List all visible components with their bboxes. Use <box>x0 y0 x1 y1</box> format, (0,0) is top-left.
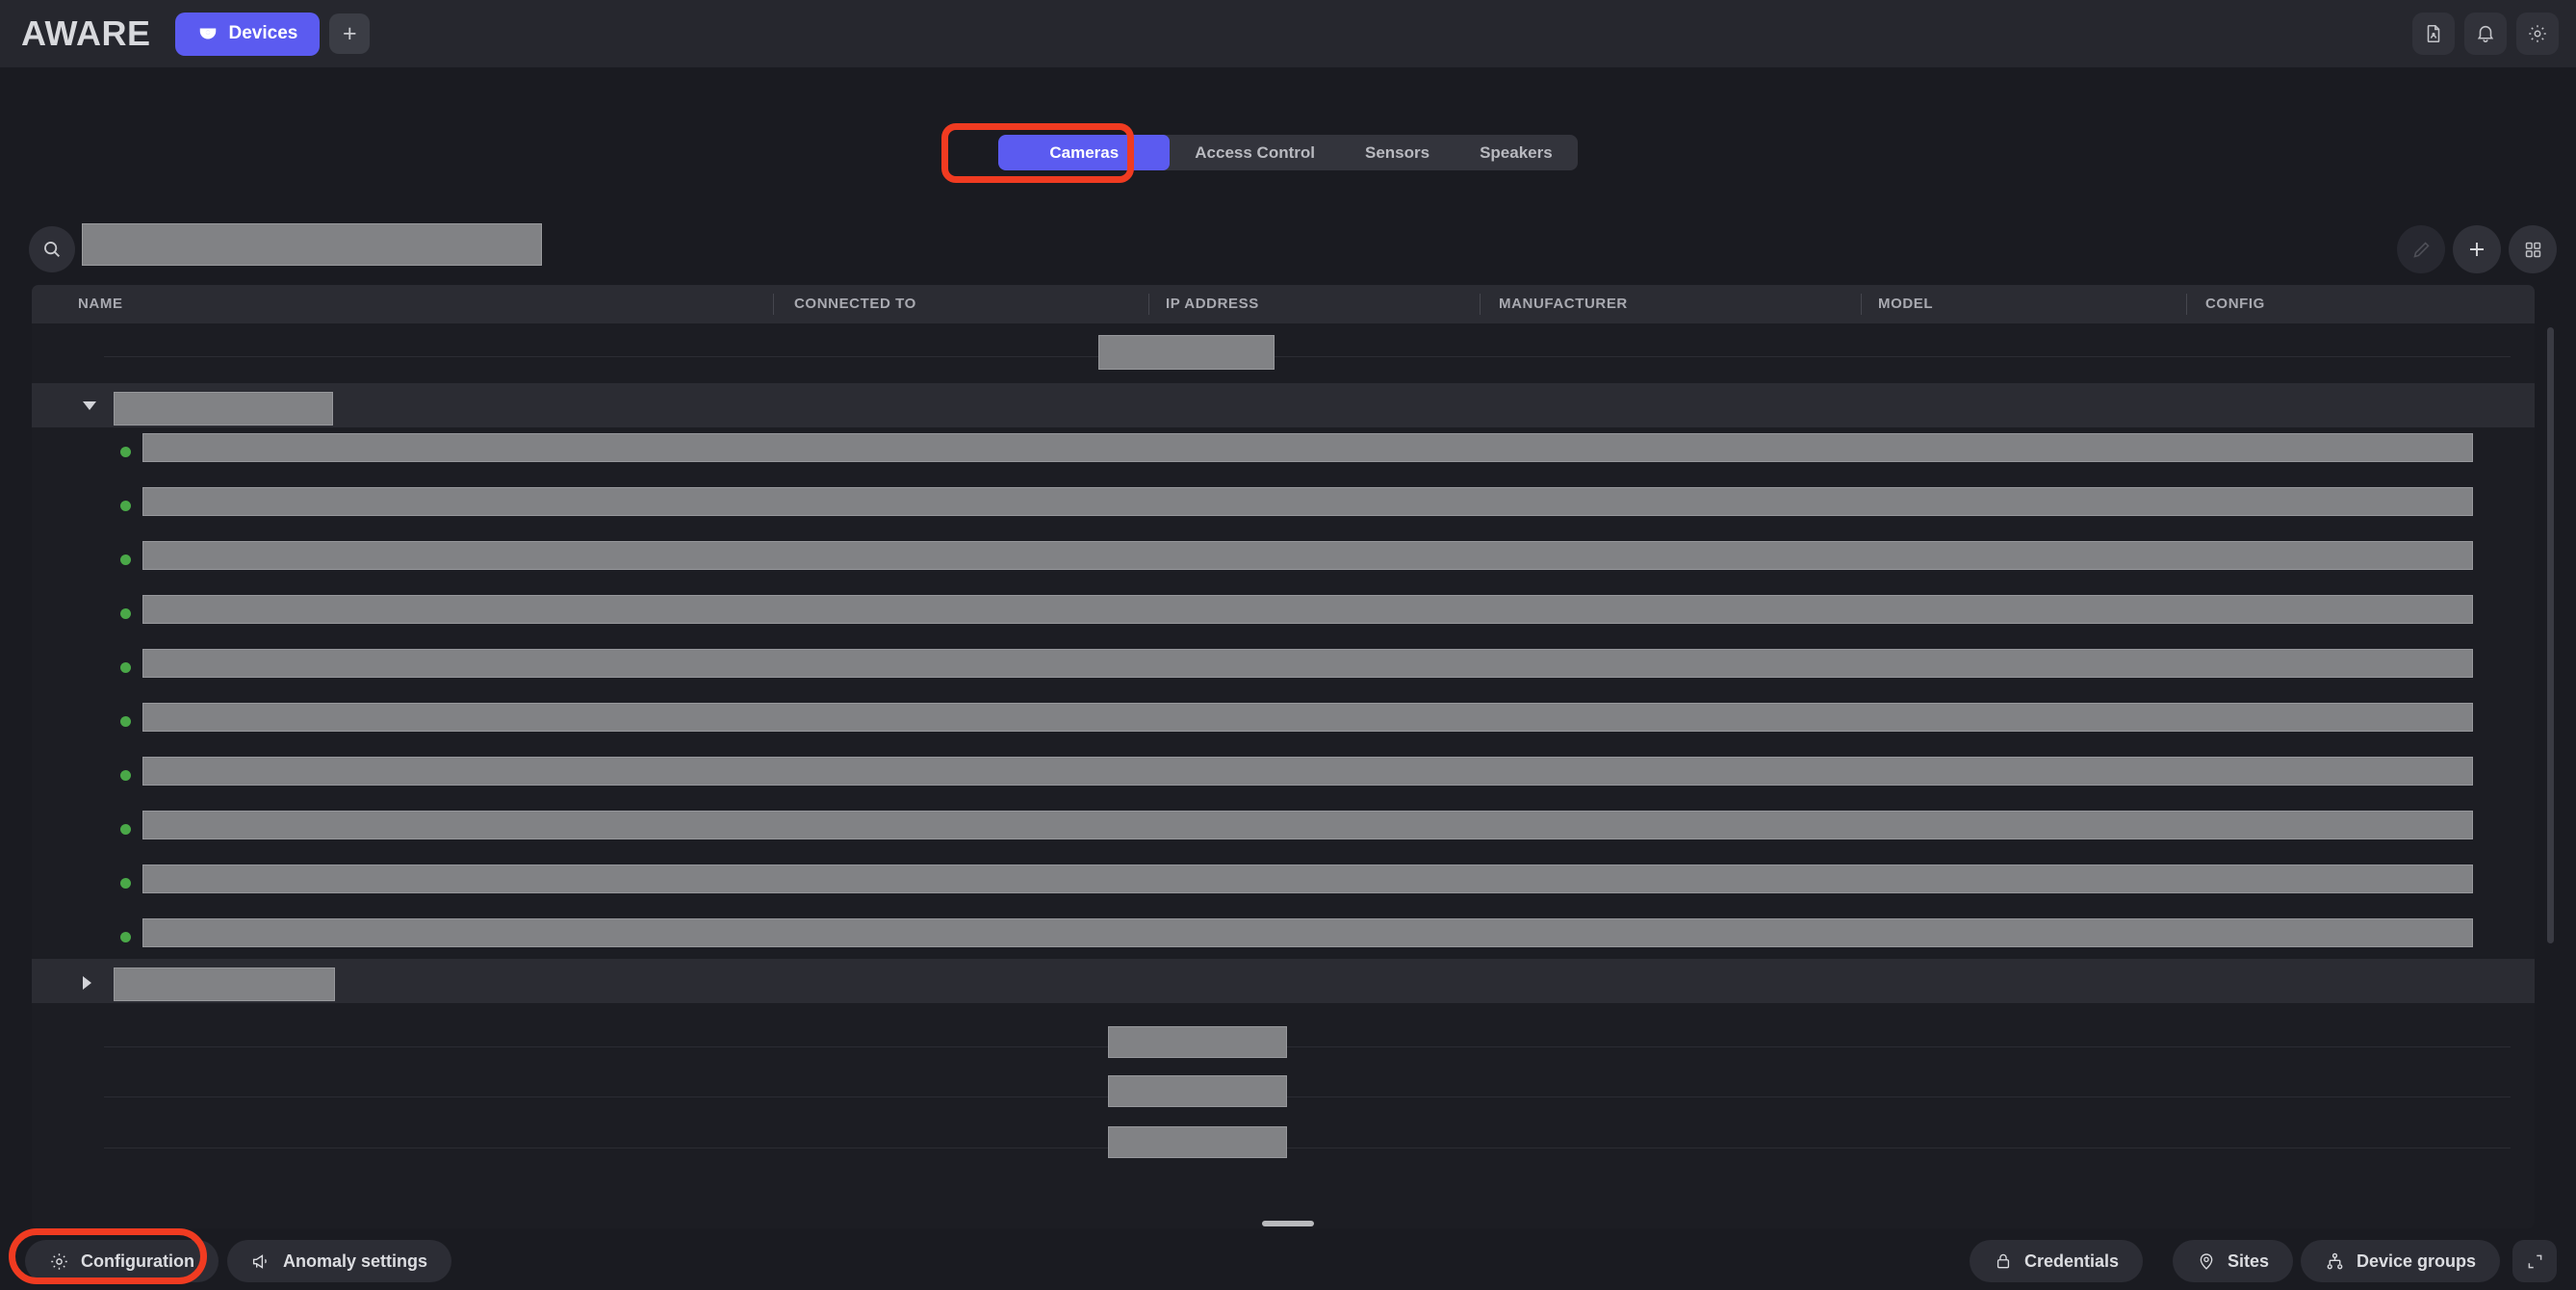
sites-button[interactable]: Sites <box>2173 1240 2294 1282</box>
top-nav: Devices + <box>174 12 371 56</box>
device-groups-button[interactable]: Device groups <box>2301 1240 2501 1282</box>
status-dot-online <box>120 608 131 619</box>
map-pin-icon <box>2197 1251 2216 1271</box>
column-header-config[interactable]: CONFIG <box>2205 296 2265 312</box>
status-dot-online <box>120 932 131 942</box>
device-groups-button-label: Device groups <box>2357 1251 2477 1271</box>
vertical-scrollbar[interactable] <box>2547 327 2554 943</box>
table-group-row[interactable] <box>32 959 2535 1003</box>
redacted-row-content <box>142 595 2473 624</box>
tab-speakers[interactable]: Speakers <box>1455 135 1578 170</box>
lock-icon <box>1994 1251 2013 1271</box>
bottom-toolbar: Configuration Anomaly settings Credentia… <box>0 1232 2576 1290</box>
table-body <box>32 323 2535 1228</box>
nav-tab-devices-label: Devices <box>228 23 298 43</box>
devices-table: NAME CONNECTED TO IP ADDRESS MANUFACTURE… <box>32 285 2535 1228</box>
credentials-button[interactable]: Credentials <box>1970 1240 2144 1282</box>
gear-icon <box>49 1251 69 1272</box>
gear-icon[interactable] <box>2516 13 2559 55</box>
column-header-connected-to[interactable]: CONNECTED TO <box>794 296 916 312</box>
status-dot-online <box>120 770 131 781</box>
column-header-manufacturer[interactable]: MANUFACTURER <box>1499 296 1628 312</box>
redacted-row-content <box>142 864 2473 893</box>
chevron-right-icon[interactable] <box>83 976 91 990</box>
app-logo: AWARE <box>21 13 151 53</box>
tab-access-control[interactable]: Access Control <box>1170 135 1340 170</box>
device-type-tabs: Cameras Access Control Sensors Speakers <box>0 135 2576 170</box>
credentials-button-label: Credentials <box>2024 1251 2120 1271</box>
redacted-row-content <box>142 541 2473 570</box>
column-header-model[interactable]: MODEL <box>1878 296 1933 312</box>
status-dot-online <box>120 662 131 673</box>
report-document-icon[interactable] <box>2412 13 2455 55</box>
tab-cameras[interactable]: Cameras <box>998 135 1171 170</box>
nav-tab-devices[interactable]: Devices <box>174 12 321 56</box>
expand-icon[interactable] <box>2512 1240 2557 1282</box>
anomaly-settings-button-label: Anomaly settings <box>283 1251 428 1271</box>
redacted-row-content <box>142 811 2473 839</box>
status-dot-online <box>120 716 131 727</box>
grid-columns-icon[interactable] <box>2509 225 2557 273</box>
plus-icon: + <box>343 19 357 47</box>
megaphone-icon <box>251 1251 271 1272</box>
search-icon <box>41 239 63 260</box>
configuration-button[interactable]: Configuration <box>25 1240 219 1282</box>
redacted-group-name <box>114 968 335 1001</box>
column-header-ip-address[interactable]: IP ADDRESS <box>1166 296 1259 312</box>
search-button[interactable] <box>29 226 75 272</box>
redacted-row-content <box>142 487 2473 516</box>
top-bar-actions <box>2412 0 2559 67</box>
add-device-button[interactable] <box>2453 225 2501 273</box>
table-row[interactable] <box>32 1003 2535 1058</box>
security-camera-icon <box>197 23 219 44</box>
search-input[interactable] <box>82 223 542 266</box>
table-row[interactable] <box>32 1054 2535 1107</box>
table-row[interactable] <box>32 323 2535 383</box>
status-dot-online <box>120 824 131 835</box>
redacted-row-content <box>142 757 2473 786</box>
top-bar: AWARE Devices + <box>0 0 2576 67</box>
add-tab-button[interactable]: + <box>329 13 371 54</box>
redacted-row-content <box>142 918 2473 947</box>
column-header-name[interactable]: NAME <box>78 296 123 312</box>
table-header-row: NAME CONNECTED TO IP ADDRESS MANUFACTURE… <box>32 285 2535 323</box>
redacted-group-name <box>114 392 333 426</box>
redacted-cell-value <box>1108 1075 1287 1107</box>
segmented-control: Cameras Access Control Sensors Speakers <box>998 135 1578 170</box>
chevron-down-icon[interactable] <box>83 401 96 410</box>
status-dot-online <box>120 555 131 565</box>
redacted-row-content <box>142 703 2473 732</box>
table-row[interactable] <box>32 1105 2535 1158</box>
status-dot-online <box>120 878 131 889</box>
anomaly-settings-button[interactable]: Anomaly settings <box>227 1240 452 1282</box>
table-group-row[interactable] <box>32 383 2535 427</box>
table-actions <box>2397 225 2557 273</box>
configuration-button-label: Configuration <box>81 1251 194 1271</box>
tab-sensors[interactable]: Sensors <box>1340 135 1455 170</box>
status-dot-online <box>120 447 131 457</box>
redacted-cell-value <box>1098 335 1275 370</box>
edit-pencil-icon[interactable] <box>2397 225 2445 273</box>
sites-button-label: Sites <box>2228 1251 2270 1271</box>
redacted-row-content <box>142 649 2473 678</box>
device-groups-icon <box>2325 1251 2345 1272</box>
redacted-row-content <box>142 433 2473 462</box>
panel-resize-handle[interactable] <box>1262 1221 1314 1226</box>
bell-icon[interactable] <box>2464 13 2507 55</box>
status-dot-online <box>120 501 131 511</box>
redacted-cell-value <box>1108 1126 1287 1158</box>
